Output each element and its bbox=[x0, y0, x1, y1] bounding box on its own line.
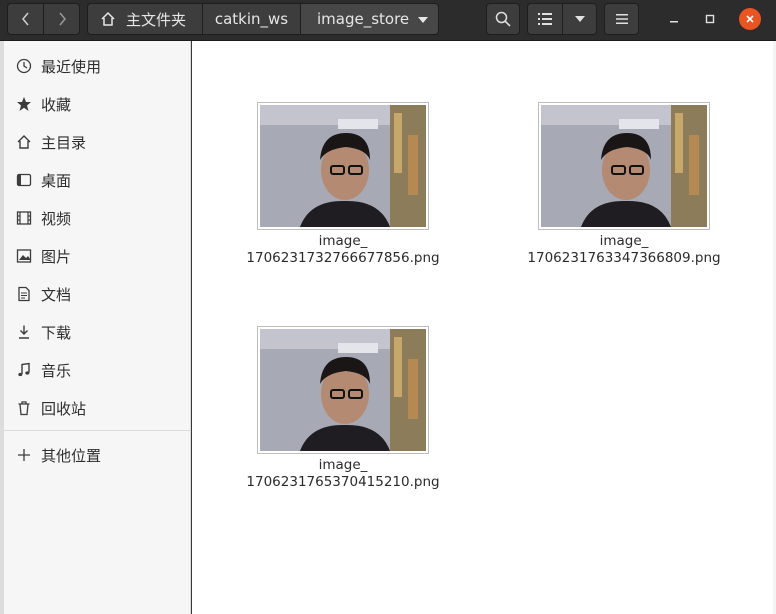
list-icon bbox=[538, 13, 552, 25]
breadcrumb-home-label: 主文件夹 bbox=[126, 10, 187, 29]
sidebar-item-label: 视频 bbox=[41, 209, 72, 228]
trash-icon bbox=[16, 400, 32, 416]
search-icon bbox=[495, 11, 511, 27]
file-name: image_ 1706231765370415210.png bbox=[243, 457, 443, 491]
photo-icon bbox=[260, 329, 426, 451]
sidebar-item-label: 音乐 bbox=[41, 361, 72, 380]
hamburger-icon bbox=[615, 14, 628, 24]
sidebar-item-pictures[interactable]: 图片 bbox=[4, 237, 190, 275]
sidebar-item-label: 下载 bbox=[41, 323, 72, 342]
sidebar-item-label: 图片 bbox=[41, 247, 72, 266]
file-name: image_ 1706231732766677856.png bbox=[243, 233, 443, 267]
clock-icon bbox=[16, 58, 32, 74]
file-name-line: 1706231765370415210.png bbox=[246, 474, 440, 490]
sidebar-item-documents[interactable]: 文档 bbox=[4, 275, 190, 313]
search-button[interactable] bbox=[486, 3, 520, 35]
view-options-button[interactable] bbox=[562, 3, 597, 35]
sidebar-item-recent[interactable]: 最近使用 bbox=[4, 47, 190, 85]
file-item[interactable]: image_ 1706231732766677856.png bbox=[243, 102, 443, 267]
breadcrumb-home[interactable]: 主文件夹 bbox=[87, 3, 203, 35]
download-icon bbox=[16, 324, 32, 340]
breadcrumb-image-store-label: image_store bbox=[317, 10, 410, 28]
home-icon bbox=[16, 134, 32, 150]
music-icon bbox=[16, 362, 32, 378]
file-item[interactable]: image_ 1706231763347366809.png bbox=[524, 102, 724, 267]
file-name-line: image_ bbox=[318, 233, 368, 249]
file-item[interactable]: image_ 1706231765370415210.png bbox=[243, 326, 443, 491]
sidebar-item-label: 主目录 bbox=[41, 133, 87, 152]
file-name-line: 1706231763347366809.png bbox=[527, 250, 721, 266]
maximize-button[interactable] bbox=[699, 8, 721, 30]
maximize-icon bbox=[705, 14, 715, 24]
plus-icon bbox=[16, 447, 32, 463]
breadcrumb-catkin-ws[interactable]: catkin_ws bbox=[202, 3, 301, 35]
image-thumbnail[interactable] bbox=[257, 102, 429, 230]
file-name-line: 1706231732766677856.png bbox=[246, 250, 440, 266]
sidebar-item-other-locations[interactable]: 其他位置 bbox=[4, 436, 190, 474]
minimize-button[interactable] bbox=[663, 8, 685, 30]
close-button[interactable] bbox=[739, 8, 761, 30]
sidebar-item-trash[interactable]: 回收站 bbox=[4, 389, 190, 427]
sidebar-item-videos[interactable]: 视频 bbox=[4, 199, 190, 237]
file-name-line: image_ bbox=[318, 457, 368, 473]
image-thumbnail[interactable] bbox=[257, 326, 429, 454]
triangle-down-icon bbox=[574, 16, 585, 22]
image-thumbnail[interactable] bbox=[538, 102, 710, 230]
sidebar-item-label: 最近使用 bbox=[41, 57, 102, 76]
sidebar-item-label: 回收站 bbox=[41, 399, 87, 418]
minimize-icon bbox=[670, 21, 678, 23]
sidebar-item-label: 其他位置 bbox=[41, 446, 102, 465]
file-view: image_ 1706231732766677856.png image_ 17… bbox=[192, 41, 773, 614]
sidebar-item-home[interactable]: 主目录 bbox=[4, 123, 190, 161]
home-icon bbox=[101, 11, 115, 26]
breadcrumb-catkin-ws-label: catkin_ws bbox=[214, 10, 289, 28]
sidebar-divider bbox=[4, 430, 190, 431]
photo-icon bbox=[541, 105, 707, 227]
document-icon bbox=[16, 286, 32, 302]
chevron-left-icon bbox=[21, 12, 29, 26]
photo-icon bbox=[260, 105, 426, 227]
menu-button[interactable] bbox=[604, 3, 639, 35]
video-icon bbox=[16, 210, 32, 226]
list-view-button[interactable] bbox=[527, 3, 563, 35]
breadcrumb-image-store[interactable]: image_store bbox=[300, 3, 439, 35]
sidebar: 最近使用 收藏 主目录 桌面 视频 图片 文档 下载 音乐 回收站 其他位置 bbox=[4, 41, 191, 614]
sidebar-item-downloads[interactable]: 下载 bbox=[4, 313, 190, 351]
sidebar-item-label: 桌面 bbox=[41, 171, 72, 190]
sidebar-item-label: 收藏 bbox=[41, 95, 72, 114]
star-icon bbox=[16, 96, 32, 112]
back-button[interactable] bbox=[7, 3, 44, 35]
sidebar-item-music[interactable]: 音乐 bbox=[4, 351, 190, 389]
sidebar-item-label: 文档 bbox=[41, 285, 72, 304]
triangle-down-icon bbox=[418, 17, 428, 23]
sidebar-item-desktop[interactable]: 桌面 bbox=[4, 161, 190, 199]
file-name: image_ 1706231763347366809.png bbox=[524, 233, 724, 267]
forward-button[interactable] bbox=[43, 3, 80, 35]
chevron-right-icon bbox=[58, 12, 66, 26]
sidebar-item-starred[interactable]: 收藏 bbox=[4, 85, 190, 123]
picture-icon bbox=[16, 248, 32, 264]
close-icon bbox=[746, 15, 754, 23]
desktop-icon bbox=[16, 172, 32, 188]
header-bar: 主文件夹 catkin_ws image_store bbox=[0, 0, 776, 41]
file-name-line: image_ bbox=[599, 233, 649, 249]
